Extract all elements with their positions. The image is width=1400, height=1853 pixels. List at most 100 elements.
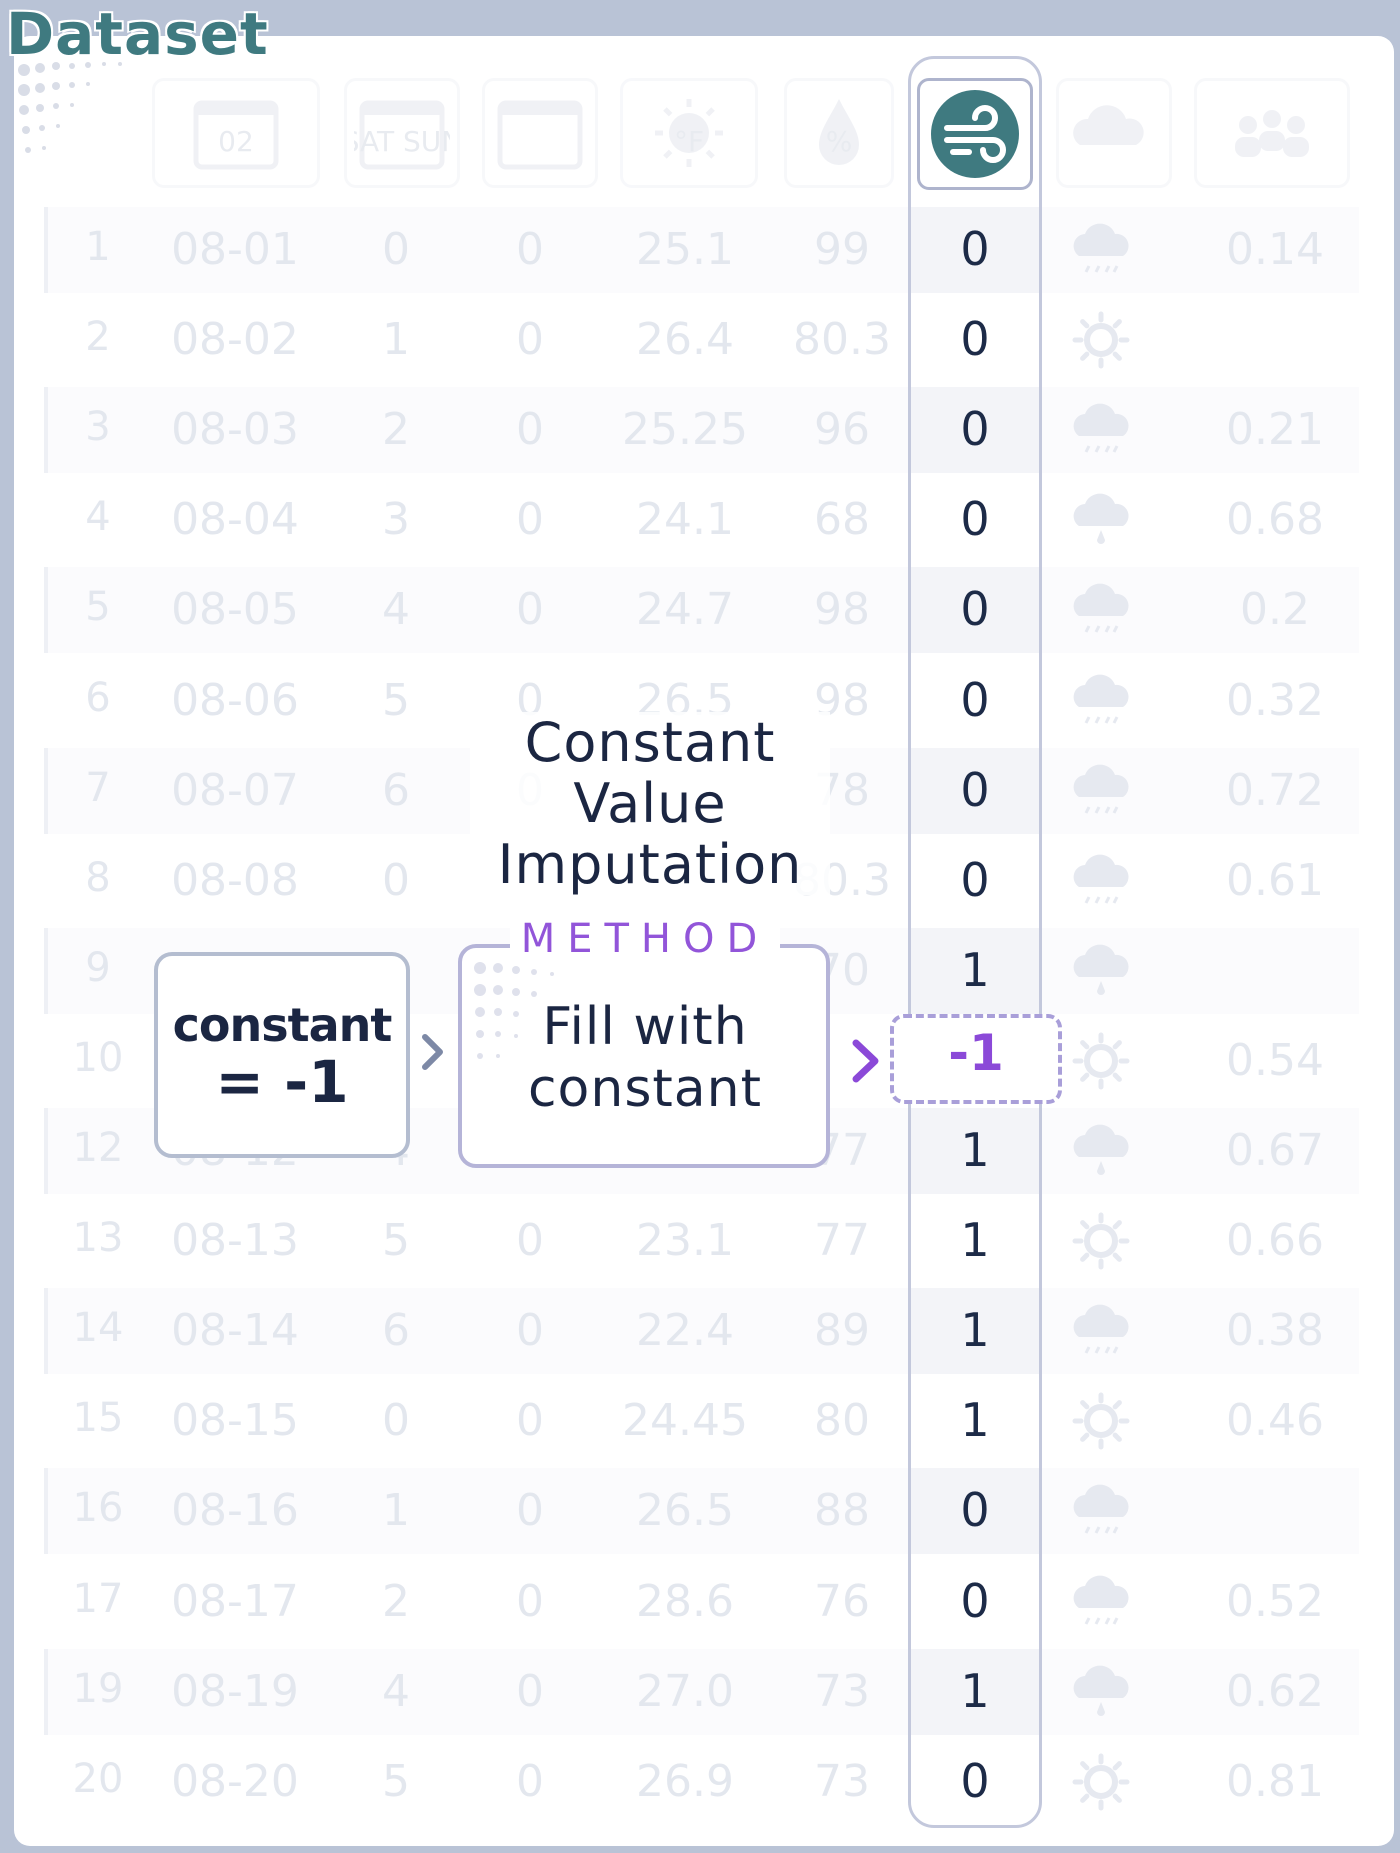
cell-temp: 24.45 bbox=[622, 1395, 748, 1447]
wind-cell-value: 1 bbox=[960, 1663, 990, 1718]
column-header-label: °F bbox=[674, 125, 704, 158]
row-tick bbox=[44, 1108, 48, 1194]
cell-temp: 26.9 bbox=[636, 1755, 734, 1807]
cell-date: 08-20 bbox=[171, 1755, 299, 1807]
row-number: 4 bbox=[85, 494, 111, 541]
sun-icon bbox=[1072, 311, 1130, 369]
weather-cell bbox=[1065, 220, 1137, 284]
cell-temp: 25.25 bbox=[622, 404, 748, 456]
row-number: 17 bbox=[72, 1575, 124, 1622]
cell-hum: 77 bbox=[814, 1215, 870, 1267]
row-number: 12 bbox=[72, 1125, 124, 1171]
wind-cell-value: 1 bbox=[960, 942, 990, 997]
weather-cell bbox=[1065, 580, 1137, 644]
column-header bbox=[1056, 78, 1172, 188]
row-tick bbox=[44, 567, 48, 654]
row-tick bbox=[44, 387, 48, 474]
cell-val: 0.61 bbox=[1226, 854, 1324, 906]
cell-val: 0.67 bbox=[1226, 1125, 1324, 1176]
cell-c1: 2 bbox=[382, 404, 410, 456]
column-header bbox=[482, 78, 598, 188]
cell-hum: 73 bbox=[814, 1755, 870, 1807]
cell-val: 0.54 bbox=[1226, 1034, 1324, 1086]
column-header: °F bbox=[620, 78, 758, 188]
constant-label: constant bbox=[172, 998, 393, 1052]
dataset-title: Dataset bbox=[6, 0, 269, 68]
weather-cell bbox=[1065, 490, 1137, 554]
cell-hum: 80.3 bbox=[793, 314, 891, 366]
cell-c1: 1 bbox=[382, 314, 410, 366]
wind-cell-value: 0 bbox=[960, 222, 990, 276]
rain-cloud-icon bbox=[1073, 403, 1129, 453]
calendar-grid-icon bbox=[497, 100, 583, 170]
row-number: 2 bbox=[85, 314, 111, 361]
weather-cell bbox=[1065, 941, 1137, 1005]
cell-hum: 68 bbox=[814, 494, 870, 546]
cell-date: 08-19 bbox=[171, 1665, 299, 1717]
wind-cell-value: 0 bbox=[960, 312, 990, 367]
wind-cell-value: 1 bbox=[960, 1303, 990, 1358]
method-description: Fill with constant bbox=[462, 996, 828, 1120]
cell-c1: 6 bbox=[382, 764, 410, 816]
method-label: METHOD bbox=[510, 916, 780, 962]
cell-date: 08-08 bbox=[171, 854, 299, 906]
cell-val: 0.72 bbox=[1226, 764, 1324, 816]
sun-icon bbox=[1072, 1392, 1130, 1450]
constant-value: = -1 bbox=[215, 1048, 349, 1116]
cell-c2: 0 bbox=[516, 404, 544, 456]
cell-temp: 26.5 bbox=[636, 1485, 734, 1537]
column-header bbox=[1194, 78, 1350, 188]
row-number: 10 bbox=[72, 1034, 124, 1081]
weather-cell bbox=[1065, 1752, 1137, 1816]
cell-temp: 27.0 bbox=[636, 1665, 734, 1717]
weekend-calendar-icon: SAT SUN bbox=[354, 100, 450, 170]
method-line-1: Fill with bbox=[542, 997, 748, 1057]
row-number: 6 bbox=[85, 674, 111, 721]
row-number: 7 bbox=[85, 764, 111, 811]
heading-line-2: Value bbox=[573, 772, 727, 835]
column-header: 02 bbox=[152, 78, 320, 188]
row-number: 16 bbox=[72, 1485, 124, 1532]
wind-cell-value: 0 bbox=[960, 402, 990, 457]
cell-temp: 24.1 bbox=[636, 494, 734, 546]
wind-cell-value: 0 bbox=[960, 1573, 990, 1628]
weather-cell bbox=[1065, 671, 1137, 735]
weather-cell bbox=[1065, 310, 1137, 374]
cell-c1: 0 bbox=[382, 1395, 410, 1447]
humidity-drop-icon: % bbox=[819, 99, 859, 165]
wind-cell-value: 1 bbox=[960, 1213, 990, 1268]
cell-date: 08-03 bbox=[171, 404, 299, 456]
column-header-label: 02 bbox=[218, 125, 254, 158]
cell-val: 0.2 bbox=[1240, 584, 1310, 636]
rain-cloud-icon bbox=[1073, 1484, 1129, 1535]
row-tick bbox=[44, 1468, 48, 1555]
cell-c1: 5 bbox=[382, 674, 410, 726]
rain-cloud-icon bbox=[1073, 1304, 1129, 1354]
row-tick bbox=[44, 207, 48, 293]
cell-hum: 76 bbox=[814, 1575, 870, 1627]
wind-cell-value: 0 bbox=[960, 492, 990, 547]
cell-c2: 0 bbox=[516, 584, 544, 636]
method-line-2: constant bbox=[527, 1059, 763, 1119]
cell-date: 08-06 bbox=[171, 674, 299, 726]
cell-date: 08-07 bbox=[171, 764, 299, 816]
cell-hum: 89 bbox=[814, 1305, 870, 1357]
cell-c2: 0 bbox=[516, 1305, 544, 1357]
cell-c1: 4 bbox=[382, 1665, 410, 1717]
cell-val: 0.68 bbox=[1226, 494, 1324, 546]
drizzle-cloud-icon bbox=[1073, 1124, 1129, 1175]
cell-temp: 24.7 bbox=[636, 584, 734, 636]
weather-condition-icon bbox=[1073, 105, 1144, 145]
weather-cell bbox=[1065, 1301, 1137, 1365]
cell-date: 08-04 bbox=[171, 494, 299, 546]
cell-c1: 2 bbox=[382, 1575, 410, 1627]
cell-c1: 5 bbox=[382, 1215, 410, 1267]
row-number: 15 bbox=[72, 1395, 124, 1442]
sun-icon bbox=[1072, 1753, 1130, 1811]
cell-temp: 28.6 bbox=[636, 1575, 734, 1627]
weather-cell bbox=[1065, 1211, 1137, 1275]
row-tick bbox=[44, 927, 48, 1014]
row-number: 5 bbox=[85, 584, 111, 631]
wind-cell-value: 0 bbox=[960, 1483, 990, 1538]
weather-cell bbox=[1065, 851, 1137, 915]
